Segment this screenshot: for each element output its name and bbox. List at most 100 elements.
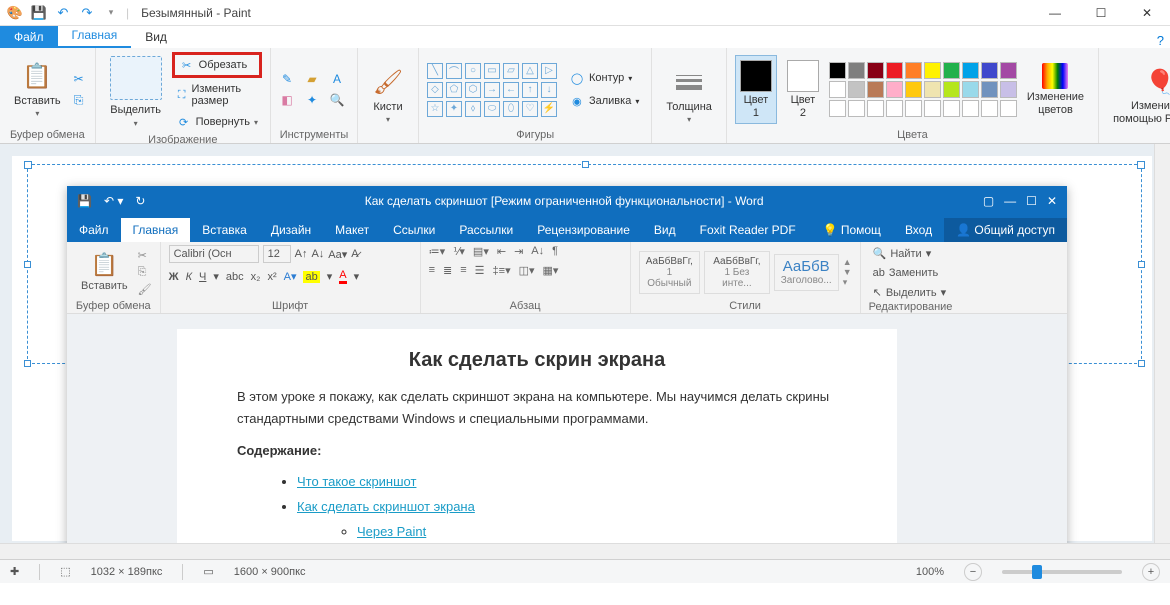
minimize-button[interactable]: — [1032, 0, 1078, 26]
color2-button[interactable]: Цвет 2 [781, 58, 825, 120]
word-tab-review[interactable]: Рецензирование [525, 218, 642, 242]
word-line-spacing-icon[interactable]: ‡≡▾ [493, 264, 511, 277]
word-format-painter-icon[interactable]: 🖌 [138, 283, 152, 296]
word-italic-icon[interactable]: К [186, 271, 192, 283]
word-tab-design[interactable]: Дизайн [259, 218, 323, 242]
canvas-area[interactable]: 💾 ↶ ▾ ↻ Как сделать скриншот [Режим огра… [0, 144, 1170, 559]
word-close-icon[interactable]: ✕ [1047, 194, 1057, 208]
word-text-effects-icon[interactable]: A▾ [284, 270, 297, 283]
text-icon[interactable]: A [329, 71, 345, 87]
color-swatch[interactable] [981, 62, 998, 79]
outline-button[interactable]: ◯Контур▾ [565, 68, 643, 88]
doc-link-3[interactable]: Через Paint [357, 524, 426, 539]
color-swatch[interactable] [981, 81, 998, 98]
word-highlight-icon[interactable]: ab [303, 271, 319, 283]
word-tab-file[interactable]: Файл [67, 218, 121, 242]
color-swatch-empty[interactable] [981, 100, 998, 117]
word-copy-icon[interactable]: ⎘ [138, 266, 152, 279]
word-font-select[interactable]: Calibri (Осн [169, 245, 259, 263]
word-multilevel-icon[interactable]: ▤▾ [473, 245, 489, 258]
magnifier-icon[interactable]: 🔍 [329, 92, 345, 108]
color-swatch[interactable] [924, 81, 941, 98]
color-swatch[interactable] [848, 81, 865, 98]
word-shrink-font-icon[interactable]: A↓ [311, 248, 324, 260]
color-swatch[interactable] [962, 62, 979, 79]
help-icon[interactable]: ? [1157, 33, 1164, 48]
color-swatch-empty[interactable] [924, 100, 941, 117]
word-fontsize-select[interactable]: 12 [263, 245, 291, 263]
color-swatch[interactable] [867, 62, 884, 79]
color-swatch-empty[interactable] [962, 100, 979, 117]
eraser-icon[interactable]: ◧ [279, 92, 295, 108]
word-redo-icon[interactable]: ↻ [135, 194, 145, 208]
word-tab-view[interactable]: Вид [642, 218, 688, 242]
close-button[interactable]: ✕ [1124, 0, 1170, 26]
select-button[interactable]: Выделить ▾ [104, 54, 168, 129]
color-swatch-empty[interactable] [905, 100, 922, 117]
color-swatch[interactable] [886, 62, 903, 79]
copy-icon[interactable]: ⎘ [71, 93, 87, 109]
word-cut-icon[interactable]: ✂ [138, 249, 152, 262]
color-swatch[interactable] [943, 62, 960, 79]
qat-dropdown-icon[interactable]: ▾ [102, 4, 120, 22]
word-style-heading[interactable]: АаБбВЗаголово... [774, 254, 839, 292]
doc-link-1[interactable]: Что такое скриншот [297, 474, 416, 489]
thickness-button[interactable]: Толщина ▾ [660, 65, 718, 126]
word-align-left-icon[interactable]: ≡ [429, 264, 435, 277]
word-show-marks-icon[interactable]: ¶ [552, 245, 558, 258]
color-swatch[interactable] [924, 62, 941, 79]
color-swatch-empty[interactable] [867, 100, 884, 117]
picker-icon[interactable]: ✦ [304, 92, 320, 108]
word-tab-signin[interactable]: Вход [893, 218, 944, 242]
word-tab-mail[interactable]: Рассылки [447, 218, 525, 242]
word-clear-format-icon[interactable]: A̷ [351, 248, 358, 260]
word-tab-foxit[interactable]: Foxit Reader PDF [688, 218, 808, 242]
redo-icon[interactable]: ↷ [78, 4, 96, 22]
color-swatch[interactable] [905, 81, 922, 98]
resize-button[interactable]: ⛶ Изменить размер [172, 81, 262, 109]
color-swatch[interactable] [905, 62, 922, 79]
word-maximize-icon[interactable]: ☐ [1026, 194, 1037, 208]
doc-link-2[interactable]: Как сделать скриншот экрана [297, 499, 475, 514]
word-tab-home[interactable]: Главная [121, 218, 191, 242]
word-align-center-icon[interactable]: ≣ [443, 264, 452, 277]
color-swatch-empty[interactable] [943, 100, 960, 117]
word-superscript-icon[interactable]: x² [267, 271, 276, 283]
zoom-in-button[interactable]: + [1142, 563, 1160, 581]
word-bold-icon[interactable]: Ж [169, 271, 179, 283]
color-swatch-empty[interactable] [1000, 100, 1017, 117]
word-bullets-icon[interactable]: ≔▾ [429, 245, 446, 258]
word-select-button[interactable]: ↖ Выделить ▾ [869, 284, 951, 301]
color1-button[interactable]: Цвет 1 [735, 55, 777, 123]
word-find-button[interactable]: 🔍 Найти ▾ [869, 245, 936, 262]
zoom-out-button[interactable]: − [964, 563, 982, 581]
word-minimize-icon[interactable]: — [1004, 194, 1016, 208]
tab-view[interactable]: Вид [131, 26, 181, 48]
color-palette[interactable] [829, 62, 1017, 117]
shapes-gallery[interactable]: ╲⌒○▭▱△▷ ◇⬠⬡→←↑↓ ☆✦⬨⬭⬯♡⚡ [427, 63, 557, 117]
bucket-icon[interactable]: ▰ [304, 71, 320, 87]
word-tab-share[interactable]: 👤 Общий доступ [944, 218, 1067, 242]
word-style-nospacing[interactable]: АаБбВвГг,1 Без инте... [704, 251, 770, 294]
word-justify-icon[interactable]: ☰ [475, 264, 485, 277]
save-icon[interactable]: 💾 [30, 4, 48, 22]
color-swatch-empty[interactable] [848, 100, 865, 117]
color-swatch[interactable] [867, 81, 884, 98]
word-change-case-icon[interactable]: Aa▾ [328, 248, 347, 261]
word-ribbon-opts-icon[interactable]: ▢ [983, 194, 994, 208]
tab-file[interactable]: Файл [0, 26, 58, 48]
scrollbar-vertical[interactable] [1154, 144, 1170, 559]
rotate-button[interactable]: ⟳ Повернуть ▾ [172, 112, 262, 132]
paint3d-button[interactable]: 🎈 Изменить с помощью Paint 3D [1107, 64, 1170, 126]
cut-icon[interactable]: ✂ [71, 71, 87, 87]
word-tab-layout[interactable]: Макет [323, 218, 381, 242]
word-indent-dec-icon[interactable]: ⇤ [497, 245, 506, 258]
word-sort-icon[interactable]: A↓ [531, 245, 544, 258]
word-numbering-icon[interactable]: ⅟▾ [453, 245, 465, 258]
tab-home[interactable]: Главная [58, 24, 132, 48]
color-swatch[interactable] [829, 81, 846, 98]
paste-button[interactable]: 📋 Вставить ▾ [8, 59, 67, 120]
word-save-icon[interactable]: 💾 [77, 194, 92, 208]
word-style-normal[interactable]: АаБбВвГг,1 Обычный [639, 251, 700, 294]
color-swatch[interactable] [943, 81, 960, 98]
